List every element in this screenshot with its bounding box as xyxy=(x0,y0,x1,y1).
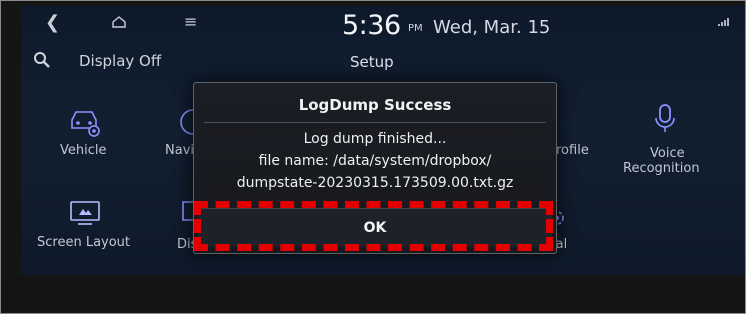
status-bar: ❮ ≡ 5:36 PM Wed, Mar. 15 xyxy=(21,6,745,48)
app-label-navi: Navi xyxy=(165,143,194,158)
dialog-filename: dumpstate-20230315.173509.00.txt.gz xyxy=(236,175,514,191)
page-title: Setup xyxy=(350,53,394,71)
app-label-screen-layout: Screen Layout xyxy=(37,235,131,250)
app-label-voice: Voice xyxy=(650,146,685,161)
display-off-button[interactable]: Display Off xyxy=(79,52,161,70)
search-icon[interactable] xyxy=(33,51,51,69)
signal-strength-icon xyxy=(718,18,729,26)
app-label-vehicle: Vehicle xyxy=(60,143,107,158)
app-label-recognition: Recognition xyxy=(623,161,700,176)
clock-ampm: PM xyxy=(408,23,423,34)
microphone-icon xyxy=(655,104,675,132)
clock-time: 5:36 xyxy=(342,10,401,41)
screenshot-frame: ❮ ≡ 5:36 PM Wed, Mar. 15 Display Off Set… xyxy=(0,0,746,314)
dialog-title: LogDump Success xyxy=(298,96,452,114)
dialog-message-line: Log dump finished... xyxy=(303,131,447,147)
app-label-profile: rofile xyxy=(556,143,589,158)
dialog-filename-path: file name: /data/system/dropbox/ xyxy=(258,153,492,169)
home-icon[interactable] xyxy=(112,16,126,28)
status-date: Wed, Mar. 15 xyxy=(433,17,551,38)
dialog-divider xyxy=(204,122,546,123)
menu-icon[interactable]: ≡ xyxy=(184,12,197,31)
back-icon[interactable]: ❮ xyxy=(45,12,60,33)
highlight-annotation xyxy=(194,201,553,251)
bezel-bottom xyxy=(1,275,745,313)
screen-layout-icon xyxy=(70,201,100,225)
car-settings-icon xyxy=(71,111,100,137)
